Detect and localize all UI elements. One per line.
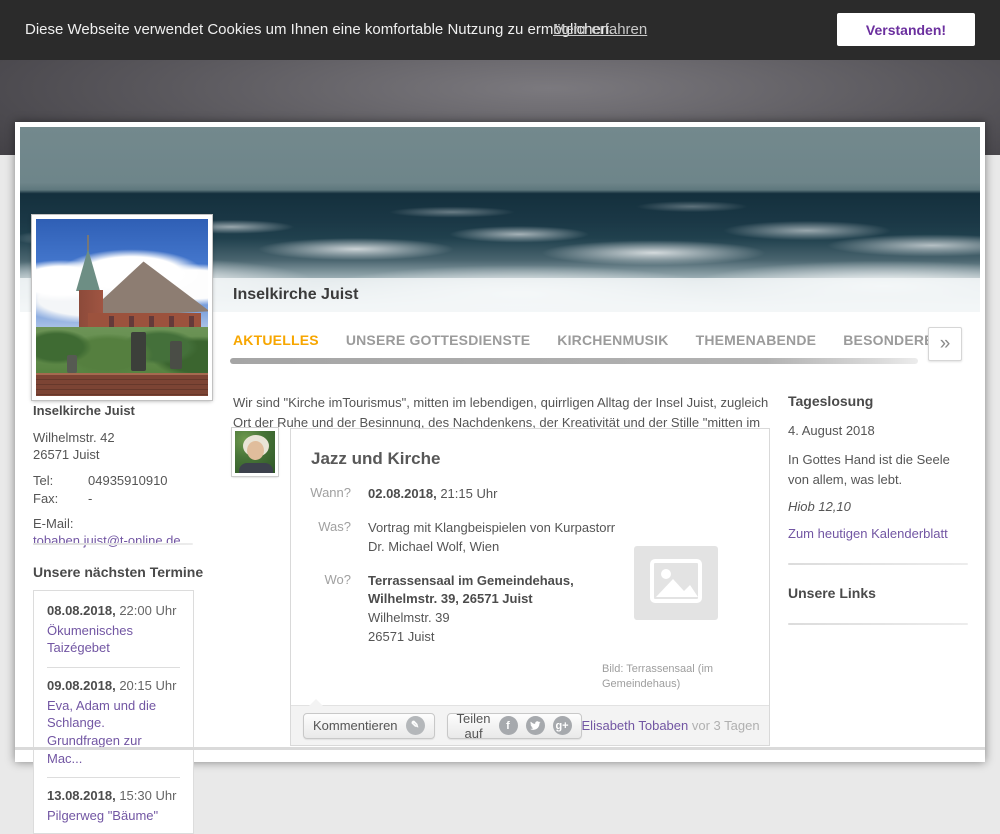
- tab-kirchenmusik[interactable]: KIRCHENMUSIK: [557, 332, 668, 348]
- article-byline: Elisabeth Tobaben vor 3 Tagen: [582, 718, 760, 733]
- fax-value: -: [88, 491, 92, 506]
- event-item: 08.08.2018, 22:00 Uhr Ökumenisches Taizé…: [47, 603, 180, 657]
- what-line: Vortrag mit Klangbeispielen von Kurpasto…: [368, 519, 618, 538]
- avatar-face: [247, 441, 264, 460]
- article-image-caption: Bild: Terrassensaal (im Gemeindehaus): [602, 662, 752, 693]
- tab-themenabende[interactable]: THEMENABENDE: [696, 332, 817, 348]
- email-label: E-Mail:: [33, 516, 198, 533]
- sidebar-divider: [33, 543, 193, 545]
- tab-unsere-gottesdienste[interactable]: UNSERE GOTTESDIENSTE: [346, 332, 530, 348]
- share-button-label: Teilen auf: [457, 711, 491, 741]
- event-time: 15:30 Uhr: [119, 788, 176, 803]
- event-date: 13.08.2018,: [47, 788, 116, 803]
- cookie-message: Diese Webseite verwendet Cookies um Ihne…: [25, 21, 613, 38]
- event-link[interactable]: Pilgerweg "Bäume": [47, 807, 180, 825]
- event-item: 09.08.2018, 20:15 Uhr Eva, Adam und die …: [47, 678, 180, 767]
- fax-label: Fax:: [33, 491, 88, 506]
- sidebar-divider: [788, 563, 968, 565]
- article-title: Jazz und Kirche: [311, 449, 769, 469]
- twitter-icon[interactable]: [526, 716, 545, 735]
- photo-brick-wall: [36, 373, 208, 396]
- googleplus-icon[interactable]: g+: [553, 716, 572, 735]
- comment-button[interactable]: Kommentieren ✎: [303, 713, 435, 739]
- contact-email-link[interactable]: tobaben.juist@t-online.de: [33, 533, 181, 548]
- share-button[interactable]: Teilen auf f g+: [447, 713, 582, 739]
- kalenderblatt-link[interactable]: Zum heutigen Kalenderblatt: [788, 526, 948, 541]
- contact-block: Inselkirche Juist Wilhelmstr. 42 26571 J…: [33, 403, 198, 548]
- tageslosung-source: Hiob 12,10: [788, 499, 968, 514]
- when-date: 02.08.2018,: [368, 486, 437, 501]
- where-venue-address: Wilhelmstr. 39, 26571 Juist: [368, 591, 533, 606]
- when-time: 21:15 Uhr: [440, 486, 497, 501]
- contact-street: Wilhelmstr. 42: [33, 430, 198, 447]
- facebook-icon[interactable]: f: [499, 716, 518, 735]
- photo-gravestone: [170, 341, 182, 369]
- nav-more-button[interactable]: »: [928, 327, 962, 361]
- what-label: Was?: [291, 519, 351, 557]
- tageslosung-verse: In Gottes Hand ist die Seele von allem, …: [788, 450, 968, 489]
- cookie-banner: Diese Webseite verwendet Cookies um Ihne…: [0, 0, 1000, 60]
- photo-garden: [36, 327, 208, 377]
- author-link[interactable]: Elisabeth Tobaben: [582, 718, 689, 733]
- when-label: Wann?: [291, 485, 351, 504]
- article-when-row: Wann? 02.08.2018, 21:15 Uhr: [291, 485, 769, 504]
- main-navigation: AKTUELLES UNSERE GOTTESDIENSTE KIRCHENMU…: [233, 332, 943, 348]
- termine-box: 08.08.2018, 22:00 Uhr Ökumenisches Taizé…: [33, 590, 194, 834]
- where-venue: Terrassensaal im Gemeindehaus,: [368, 573, 574, 588]
- photo-gravestone: [131, 332, 146, 371]
- event-link[interactable]: Ökumenisches Taizégebet: [47, 622, 180, 657]
- termine-heading: Unsere nächsten Termine: [33, 564, 203, 580]
- event-divider: [47, 667, 180, 668]
- event-time: 22:00 Uhr: [119, 603, 176, 618]
- photo-church-spire: [76, 249, 100, 291]
- what-line: Dr. Michael Wolf, Wien: [368, 538, 618, 557]
- event-date: 08.08.2018,: [47, 603, 116, 618]
- event-divider: [47, 777, 180, 778]
- event-time: 20:15 Uhr: [119, 678, 176, 693]
- article-image-placeholder: [634, 546, 718, 620]
- tab-aktuelles[interactable]: AKTUELLES: [233, 332, 319, 348]
- event-date: 09.08.2018,: [47, 678, 116, 693]
- cookie-learn-more-link[interactable]: Mehr erfahren: [553, 21, 647, 38]
- where-label: Wo?: [291, 572, 351, 647]
- contact-name: Inselkirche Juist: [33, 403, 198, 418]
- where-city: 26571 Juist: [368, 629, 435, 644]
- nav-divider-bar: [230, 358, 918, 364]
- sidebar-divider: [788, 623, 968, 625]
- cookie-accept-button[interactable]: Verstanden!: [837, 13, 975, 46]
- article-card: Jazz und Kirche Wann? 02.08.2018, 21:15 …: [290, 428, 770, 746]
- contact-city: 26571 Juist: [33, 447, 198, 464]
- tel-value: 04935910910: [88, 473, 168, 488]
- event-link[interactable]: Eva, Adam und die Schlange. Grundfragen …: [47, 697, 180, 767]
- event-item: 13.08.2018, 15:30 Uhr Pilgerweg "Bäume": [47, 788, 180, 824]
- tageslosung-date: 4. August 2018: [788, 423, 968, 438]
- author-avatar: [232, 428, 278, 476]
- chevron-double-right-icon: »: [940, 333, 951, 354]
- time-ago: vor 3 Tagen: [692, 718, 760, 733]
- image-placeholder-icon: [646, 557, 706, 609]
- pencil-icon: ✎: [406, 716, 425, 735]
- avatar-body: [239, 463, 273, 476]
- right-sidebar: Tageslosung 4. August 2018 In Gottes Han…: [788, 393, 968, 625]
- unsere-links-heading: Unsere Links: [788, 585, 968, 601]
- tageslosung-heading: Tageslosung: [788, 393, 968, 409]
- where-street: Wilhelmstr. 39: [368, 610, 450, 625]
- church-photo: [32, 215, 212, 400]
- comment-button-label: Kommentieren: [313, 718, 398, 733]
- tel-label: Tel:: [33, 473, 88, 488]
- article-footer: Kommentieren ✎ Teilen auf f g+ Elisabeth…: [291, 705, 769, 745]
- photo-gravestone: [67, 355, 77, 373]
